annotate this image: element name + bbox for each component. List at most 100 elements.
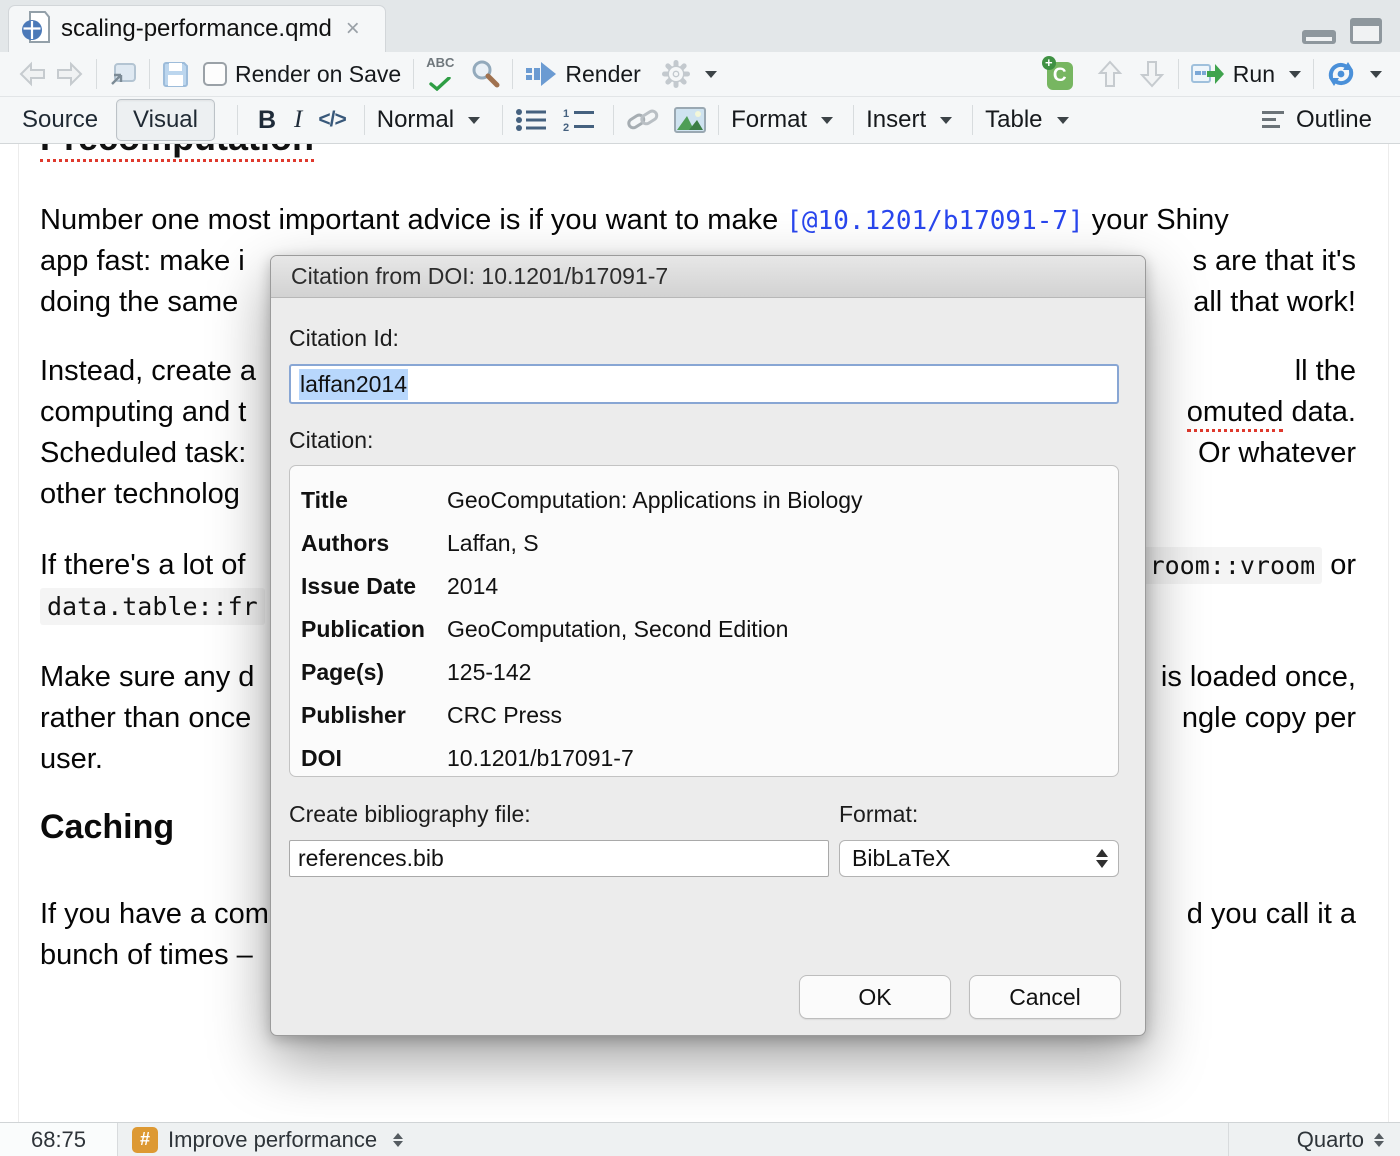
citation-id-input[interactable]: laffan2014 <box>289 364 1119 404</box>
editor-right-edge <box>1388 144 1389 1122</box>
citation-preview-panel: TitleGeoComputation: Applications in Bio… <box>289 465 1119 777</box>
show-in-new-window-button[interactable] <box>109 61 137 87</box>
link-button[interactable] <box>626 106 660 134</box>
popout-window-icon <box>109 61 137 87</box>
run-button[interactable]: Run <box>1191 61 1301 88</box>
tab-source-mode[interactable]: Source <box>18 100 102 140</box>
select-stepper-icon <box>1096 849 1108 868</box>
dialog-title: Citation from DOI: 10.1201/b17091-7 <box>271 256 1145 298</box>
paragraph-line: Number one most important advice is if y… <box>40 200 1356 240</box>
tab-title: scaling-performance.qmd <box>61 15 332 43</box>
render-on-save-checkbox[interactable]: Render on Save <box>203 61 401 88</box>
ok-button[interactable]: OK <box>799 975 951 1019</box>
citation-field-row: Issue Date2014 <box>290 565 1118 608</box>
link-icon <box>626 106 660 134</box>
quarto-file-icon <box>21 10 51 49</box>
bibliography-file-input[interactable]: references.bib <box>289 840 829 877</box>
updown-stepper-icon <box>1374 1133 1384 1147</box>
save-button[interactable] <box>162 61 189 88</box>
search-icon <box>470 59 500 89</box>
svg-text:2: 2 <box>563 122 569 133</box>
spellcheck-check-icon <box>429 77 451 91</box>
bullet-list-button[interactable] <box>515 107 547 133</box>
heading-precomputation: Precomputation <box>40 144 314 162</box>
citation-id-label: Citation Id: <box>289 298 1119 352</box>
inline-code: room::vroom <box>1143 547 1323 584</box>
chevron-down-icon <box>468 117 480 124</box>
current-section-label: Improve performance <box>168 1127 377 1153</box>
outline-toggle[interactable]: Outline <box>1262 106 1372 134</box>
forward-button[interactable] <box>54 60 84 88</box>
bold-button[interactable]: B <box>250 106 284 135</box>
chevron-down-icon <box>1370 71 1382 78</box>
gear-icon <box>661 59 691 89</box>
chevron-down-icon <box>940 117 952 124</box>
outline-icon <box>1262 110 1288 130</box>
insert-chunk-icon: C + <box>1044 58 1074 90</box>
editor-status-bar: 68:75 # Improve performance Quarto <box>0 1122 1400 1156</box>
format-select[interactable]: BibLaTeX <box>839 840 1119 877</box>
chevron-down-icon <box>1057 117 1069 124</box>
format-select-value: BibLaTeX <box>852 845 950 872</box>
document-mode-dropdown[interactable]: Quarto <box>1228 1123 1400 1156</box>
chevron-down-icon <box>821 117 833 124</box>
rstudio-window: scaling-performance.qmd × <box>0 0 1400 1156</box>
citation-field-row: PublicationGeoComputation, Second Editio… <box>290 608 1118 651</box>
outline-navigation-dropdown[interactable]: # Improve performance <box>118 1123 403 1156</box>
back-arrow-icon <box>18 60 48 88</box>
render-button[interactable]: Render <box>525 61 640 88</box>
paragraph-style-value: Normal <box>377 106 454 134</box>
editor-left-edge <box>18 144 19 1122</box>
tab-visual-mode[interactable]: Visual <box>116 99 215 141</box>
cursor-position: 68:75 <box>0 1123 118 1156</box>
format-label: Format: <box>839 801 1119 828</box>
image-button[interactable] <box>674 107 706 133</box>
citation-field-row: AuthorsLaffan, S <box>290 522 1118 565</box>
bullet-list-icon <box>515 107 547 133</box>
sync-refresh-icon <box>1326 60 1356 88</box>
save-icon <box>162 61 189 88</box>
citation-field-row: PublisherCRC Press <box>290 694 1118 737</box>
tab-scaling-performance[interactable]: scaling-performance.qmd × <box>8 5 386 52</box>
citation-field-row: TitleGeoComputation: Applications in Bio… <box>290 479 1118 522</box>
find-replace-button[interactable] <box>470 59 500 89</box>
render-icon <box>525 61 557 87</box>
numbered-list-icon: 1 2 <box>563 107 595 133</box>
paragraph-style-dropdown[interactable]: Normal <box>377 106 480 134</box>
numbered-list-button[interactable]: 1 2 <box>563 107 595 133</box>
cancel-button[interactable]: Cancel <box>969 975 1121 1019</box>
spellcheck-button[interactable]: ABC <box>426 56 454 91</box>
format-toolbar: Source Visual B I </> Normal 1 2 <box>0 97 1400 144</box>
spellcheck-abc-icon: ABC <box>426 56 454 69</box>
checkbox-icon <box>203 62 227 86</box>
updown-stepper-icon <box>393 1133 403 1147</box>
insert-menu[interactable]: Insert <box>866 106 952 134</box>
document-mode-label: Quarto <box>1297 1127 1364 1153</box>
code-button[interactable]: </> <box>312 108 351 132</box>
render-options-button[interactable] <box>661 59 717 89</box>
jump-previous-button[interactable] <box>1096 59 1124 89</box>
chevron-down-icon <box>705 71 717 78</box>
chevron-down-icon <box>1289 71 1301 78</box>
jump-next-button[interactable] <box>1138 59 1166 89</box>
citation-from-doi-dialog: Citation from DOI: 10.1201/b17091-7 Cita… <box>270 255 1146 1036</box>
table-menu[interactable]: Table <box>985 106 1068 134</box>
run-label: Run <box>1233 61 1275 88</box>
maximize-pane-icon[interactable] <box>1350 18 1382 44</box>
main-toolbar: Render on Save ABC Render <box>0 52 1400 97</box>
up-arrow-icon <box>1096 59 1124 89</box>
editor-tab-bar: scaling-performance.qmd × <box>0 0 1400 52</box>
close-tab-icon[interactable]: × <box>346 17 360 41</box>
run-icon <box>1191 61 1225 87</box>
insert-chunk-button[interactable]: C + <box>1044 58 1074 90</box>
minimize-pane-icon[interactable] <box>1302 30 1336 44</box>
citation-label: Citation: <box>289 427 1119 454</box>
rerun-source-button[interactable] <box>1326 60 1382 88</box>
back-button[interactable] <box>18 60 48 88</box>
misspelled-word: omuted <box>1187 396 1284 432</box>
forward-arrow-icon <box>54 60 84 88</box>
image-icon <box>674 107 706 133</box>
format-menu[interactable]: Format <box>731 106 833 134</box>
italic-button[interactable]: I <box>284 106 312 134</box>
citation-link[interactable]: [@10.1201/b17091-7] <box>786 206 1083 236</box>
